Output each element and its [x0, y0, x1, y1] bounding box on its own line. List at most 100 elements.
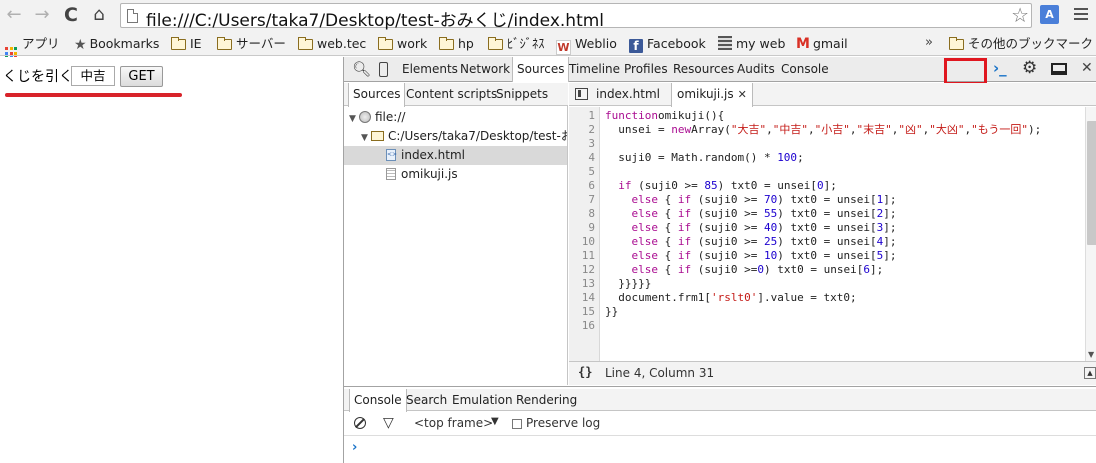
bookmark-ie[interactable]: IE	[171, 35, 202, 53]
editor-tab-index-html[interactable]: index.html	[591, 83, 665, 106]
bookmark-server[interactable]: サーバー	[217, 35, 286, 53]
page-icon	[127, 9, 138, 23]
folder-icon	[217, 37, 232, 50]
tab-timeline[interactable]: Timeline	[565, 57, 624, 81]
tab-console[interactable]: Console	[777, 57, 833, 81]
bookmark-star-icon[interactable]: ☆	[1011, 4, 1029, 26]
bookmarks-overflow-icon[interactable]: »	[925, 35, 933, 50]
editor-tab-omikuji-js[interactable]: omikuji.js ✕	[671, 83, 753, 107]
line-number: 12	[581, 263, 595, 276]
reload-icon[interactable]: C	[60, 4, 82, 26]
tree-item-omikuji-js[interactable]: omikuji.js	[344, 165, 567, 184]
home-icon[interactable]: ⌂	[88, 4, 110, 26]
editor-status-bar: {} Line 4, Column 31 ▲	[569, 361, 1096, 385]
drawer-tab-search[interactable]: Search	[402, 389, 451, 411]
bookmark-hp[interactable]: hp	[439, 35, 474, 53]
dock-side-icon[interactable]	[1051, 63, 1067, 75]
tree-item-index-html[interactable]: index.html	[344, 146, 567, 165]
folder-icon	[949, 37, 964, 50]
drawer-tab-rendering[interactable]: Rendering	[512, 389, 581, 411]
tree-item-folder[interactable]: ▼ C:/Users/taka7/Desktop/test-おみくじ	[344, 127, 567, 146]
frame-select[interactable]: <top frame>	[414, 416, 493, 430]
magnifier-icon[interactable]: 🔍︎	[352, 60, 371, 78]
code-line: unsei = newArray("大吉","中吉","小吉","末吉","凶"…	[605, 123, 1042, 136]
weblio-icon: W	[556, 40, 571, 55]
bookmark-label: my web	[736, 36, 786, 51]
expand-triangle-icon[interactable]: ▼	[361, 129, 371, 146]
bookmark-webtec[interactable]: web.tec	[298, 35, 366, 53]
bookmarks-bar: アプリ ★ Bookmarks IE サーバー web.tec work hp ﾋ…	[0, 32, 1096, 59]
dropdown-arrow-icon[interactable]: ▼	[491, 416, 499, 427]
bookmark-apps[interactable]: アプリ	[5, 35, 60, 59]
filter-icon[interactable]: ▽	[383, 415, 394, 431]
code-line: else { if (suji0 >= 70) txt0 = unsei[1];	[631, 193, 897, 206]
bookmark-business[interactable]: ﾋﾞｼﾞﾈｽ	[488, 35, 545, 53]
cursor-position: Line 4, Column 31	[605, 366, 715, 380]
device-mode-icon[interactable]	[379, 62, 388, 77]
code-line: else { if (suji0 >=0) txt0 = unsei[6];	[631, 263, 884, 276]
line-number: 10	[581, 235, 595, 248]
bookmark-gmail[interactable]: Mgmail	[796, 35, 848, 53]
drawer-toggle-icon[interactable]: ▲	[1084, 367, 1096, 379]
result-field[interactable]: 中吉	[71, 66, 115, 86]
code-area[interactable]: functionomikuji(){ unsei = newArray("大吉"…	[605, 107, 1085, 361]
star-icon: ★	[74, 37, 87, 53]
close-icon[interactable]: ✕	[1081, 60, 1093, 76]
pretty-print-icon[interactable]: {}	[578, 365, 592, 379]
scrollbar-thumb[interactable]	[1087, 121, 1096, 245]
console-toolbar: ▽ <top frame> ▼ Preserve log	[344, 412, 1096, 436]
drawer-tab-console[interactable]: Console	[349, 389, 407, 412]
console-drawer-icon[interactable]: ›_	[993, 59, 1007, 77]
tab-profiles[interactable]: Profiles	[620, 57, 672, 81]
line-number: 3	[588, 137, 595, 150]
folder-icon	[298, 37, 313, 50]
red-highlight-annotation	[944, 58, 987, 85]
nav-tab-sources[interactable]: Sources	[348, 83, 406, 107]
tab-resources[interactable]: Resources	[669, 57, 738, 81]
close-tab-icon[interactable]: ✕	[738, 88, 747, 101]
nav-tab-snippets[interactable]: Snippets	[492, 83, 552, 106]
scroll-down-icon[interactable]: ▼	[1088, 350, 1094, 359]
bookmark-label: その他のブックマーク	[968, 36, 1094, 51]
drawer-tab-emulation[interactable]: Emulation	[448, 389, 517, 411]
clear-console-icon[interactable]	[354, 417, 366, 429]
bookmark-other[interactable]: その他のブックマーク	[949, 35, 1093, 53]
tab-audits[interactable]: Audits	[733, 57, 779, 81]
gear-icon[interactable]: ⚙	[1022, 58, 1037, 78]
expand-triangle-icon[interactable]: ▼	[349, 110, 359, 127]
line-number: 16	[581, 319, 595, 332]
bookmark-label: gmail	[812, 36, 848, 51]
line-number: 13	[581, 277, 595, 290]
bookmark-facebook[interactable]: f Facebook	[629, 35, 706, 53]
tab-sources[interactable]: Sources	[512, 57, 570, 82]
console-drawer: Console Search Emulation Rendering ▽ <to…	[344, 386, 1096, 463]
bookmark-work[interactable]: work	[378, 35, 427, 53]
sidebar-toggle-icon[interactable]	[575, 88, 588, 100]
tree-item-label: omikuji.js	[401, 167, 458, 181]
back-arrow-icon[interactable]: ←	[3, 4, 25, 26]
url-text[interactable]: file:///C:/Users/taka7/Desktop/test-おみくじ…	[146, 6, 604, 31]
forward-arrow-icon[interactable]: →	[31, 4, 53, 26]
bookmark-weblio[interactable]: W Weblio	[556, 35, 617, 55]
bookmark-bookmarks[interactable]: ★ Bookmarks	[74, 35, 159, 53]
nav-tab-content-scripts[interactable]: Content scripts	[402, 83, 501, 106]
address-bar[interactable]: file:///C:/Users/taka7/Desktop/test-おみくじ…	[120, 3, 1032, 31]
get-button[interactable]: GET	[120, 66, 163, 87]
hamburger-menu-icon[interactable]	[1074, 8, 1088, 21]
preserve-log-checkbox[interactable]	[512, 419, 522, 429]
tab-elements[interactable]: Elements	[398, 57, 462, 81]
drawer-tab-bar: Console Search Emulation Rendering	[344, 389, 1096, 412]
bookmark-myweb[interactable]: my web	[718, 35, 785, 53]
folder-icon	[488, 37, 503, 50]
bookmark-label: Facebook	[647, 36, 706, 51]
folder-icon	[171, 37, 186, 50]
console-prompt[interactable]: ›	[352, 440, 357, 455]
globe-icon	[359, 111, 371, 123]
tab-network[interactable]: Network	[456, 57, 514, 81]
bookmark-label: サーバー	[236, 36, 286, 51]
editor-scrollbar[interactable]: ▼	[1085, 107, 1096, 361]
translate-icon[interactable]: A	[1040, 5, 1059, 24]
bookmark-label: Bookmarks	[89, 36, 160, 51]
folder-icon	[439, 37, 454, 50]
tree-item-origin[interactable]: ▼ file://	[344, 108, 567, 127]
